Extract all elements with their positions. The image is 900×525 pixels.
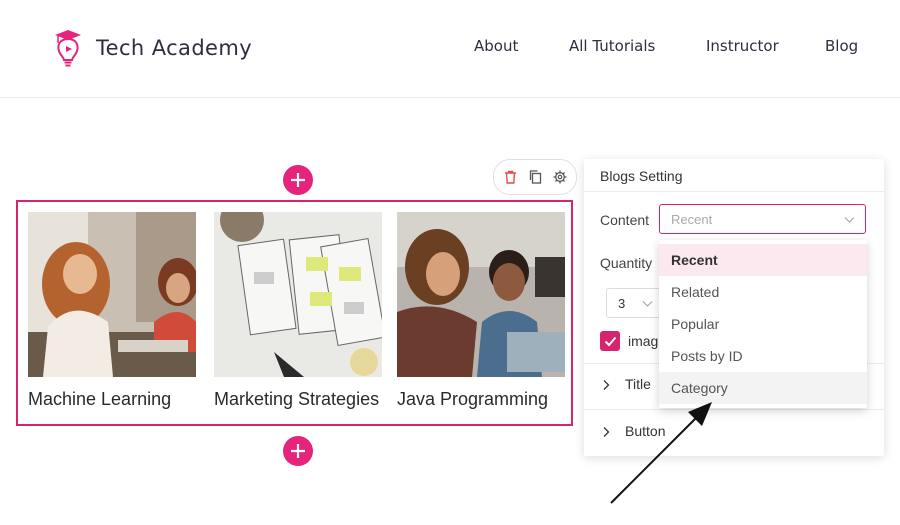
blog-title[interactable]: Java Programming <box>397 389 548 410</box>
blog-card[interactable]: Marketing Strategies <box>214 212 382 409</box>
site-header: Tech Academy About All Tutorials Instruc… <box>0 0 900 98</box>
panel-title: Blogs Setting <box>600 168 683 184</box>
blog-thumbnail-java-programming[interactable] <box>397 212 565 377</box>
nav-link-instructor[interactable]: Instructor <box>706 37 779 55</box>
chevron-down-icon <box>844 217 855 223</box>
accordion-button-label: Button <box>625 423 666 439</box>
content-dropdown-menu: Recent Related Popular Posts by ID Categ… <box>659 240 867 408</box>
nav-link-about[interactable]: About <box>474 37 518 55</box>
quantity-label: Quantity <box>600 255 653 271</box>
image-checkbox[interactable] <box>600 331 620 351</box>
dropdown-option-popular[interactable]: Popular <box>659 308 867 340</box>
divider <box>584 191 884 192</box>
content-select[interactable]: Recent <box>659 204 866 234</box>
quantity-select[interactable]: 3 <box>606 288 662 318</box>
blogs-section[interactable]: Machine Learning Marketing Strategies Ja… <box>16 200 573 426</box>
nav-link-blog[interactable]: Blog <box>825 37 858 55</box>
content-label: Content <box>600 212 650 228</box>
add-section-below-button[interactable] <box>283 436 313 466</box>
blog-title[interactable]: Machine Learning <box>28 389 171 410</box>
dropdown-option-category[interactable]: Category <box>659 372 867 404</box>
main-nav: About All Tutorials Instructor Blog <box>0 37 900 57</box>
trash-icon[interactable] <box>503 169 519 185</box>
plus-icon <box>291 173 305 187</box>
dropdown-option-recent[interactable]: Recent <box>659 244 867 276</box>
accordion-button[interactable]: Button <box>584 413 884 453</box>
quantity-select-value: 3 <box>618 296 626 311</box>
chevron-right-icon <box>603 427 610 437</box>
checkmark-icon <box>604 336 616 346</box>
content-select-value: Recent <box>671 212 713 227</box>
copy-icon[interactable] <box>527 169 543 185</box>
image-checkbox-label: imag <box>628 333 659 349</box>
accordion-title-label: Title <box>625 376 651 392</box>
blog-card[interactable]: Java Programming <box>397 212 565 409</box>
chevron-down-icon <box>642 301 653 307</box>
chevron-right-icon <box>603 380 610 390</box>
dropdown-option-posts-by-id[interactable]: Posts by ID <box>659 340 867 372</box>
blog-thumbnail-marketing-strategies[interactable] <box>214 212 382 377</box>
divider <box>584 409 884 410</box>
blog-card[interactable]: Machine Learning <box>28 212 196 409</box>
blog-title[interactable]: Marketing Strategies <box>214 389 379 410</box>
add-section-above-button[interactable] <box>283 165 313 195</box>
section-toolbar <box>493 159 577 195</box>
gear-icon[interactable] <box>552 169 568 185</box>
plus-icon <box>291 444 305 458</box>
blog-thumbnail-machine-learning[interactable] <box>28 212 196 377</box>
nav-link-all-tutorials[interactable]: All Tutorials <box>569 37 655 55</box>
dropdown-option-related[interactable]: Related <box>659 276 867 308</box>
